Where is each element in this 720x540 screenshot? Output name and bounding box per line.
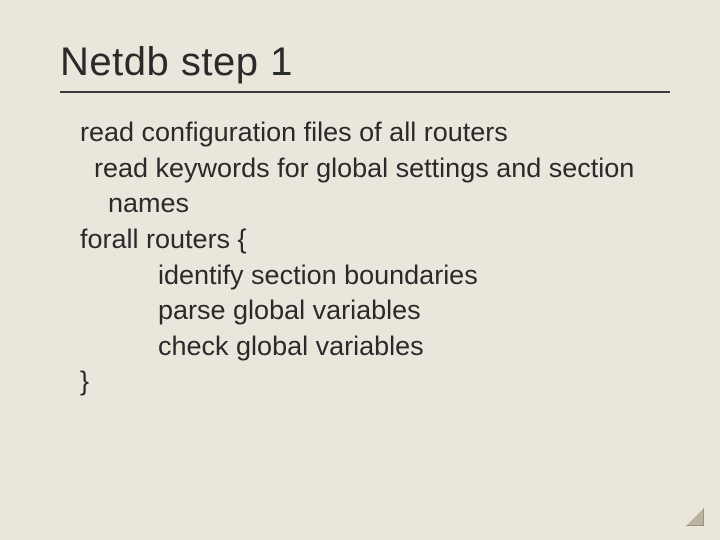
corner-decoration-icon — [686, 508, 704, 526]
slide-title: Netdb step 1 — [60, 40, 670, 85]
slide: Netdb step 1 read configuration files of… — [0, 0, 720, 540]
pseudocode-line: identify section boundaries — [80, 258, 670, 294]
pseudocode-line: check global variables — [80, 329, 670, 365]
pseudocode-line: forall routers { — [80, 222, 670, 258]
pseudocode-line: } — [80, 364, 670, 400]
pseudocode-line: parse global variables — [80, 293, 670, 329]
pseudocode-line: read configuration files of all routers — [80, 115, 670, 151]
slide-body: read configuration files of all routers … — [60, 115, 670, 400]
pseudocode-line: read keywords for global settings and se… — [80, 151, 670, 222]
title-rule — [60, 91, 670, 93]
